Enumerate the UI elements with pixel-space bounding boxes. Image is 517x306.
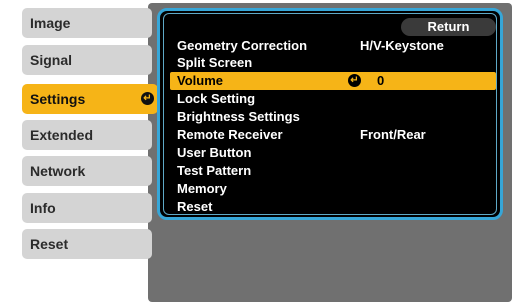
menu-item-brightness-settings[interactable]: Brightness Settings bbox=[170, 108, 496, 126]
menu-item-split-screen[interactable]: Split Screen bbox=[170, 54, 496, 72]
sidebar-item-label: Settings bbox=[30, 91, 86, 107]
sidebar-item-network[interactable]: Network bbox=[22, 156, 152, 186]
menu-item-remote-receiver[interactable]: Remote Receiver Front/Rear bbox=[170, 126, 496, 144]
sidebar-item-label: Extended bbox=[30, 127, 94, 143]
menu-item-geometry-correction[interactable]: Geometry Correction H/V-Keystone bbox=[170, 37, 496, 55]
return-button[interactable]: Return bbox=[401, 18, 496, 36]
sidebar-item-label: Network bbox=[30, 163, 86, 179]
sidebar-item-reset[interactable]: Reset bbox=[22, 229, 152, 259]
menu-item-value: 0 bbox=[377, 73, 385, 88]
menu-item-volume[interactable]: Volume ↵ 0 bbox=[170, 72, 496, 90]
sidebar-item-label: Image bbox=[30, 15, 71, 31]
sidebar-item-info[interactable]: Info bbox=[22, 193, 152, 223]
enter-icon: ↵ bbox=[348, 74, 361, 87]
enter-icon: ↵ bbox=[141, 92, 154, 105]
menu-item-label: Split Screen bbox=[177, 55, 253, 70]
menu-item-label: Reset bbox=[177, 199, 213, 214]
sidebar-item-image[interactable]: Image bbox=[22, 8, 152, 38]
menu-item-label: Remote Receiver bbox=[177, 127, 283, 142]
menu-item-label: Test Pattern bbox=[177, 163, 252, 178]
menu-item-memory[interactable]: Memory bbox=[170, 180, 496, 198]
menu-item-label: Memory bbox=[177, 181, 227, 196]
menu-item-label: Brightness Settings bbox=[177, 109, 300, 124]
menu-item-reset[interactable]: Reset bbox=[170, 198, 496, 216]
sidebar-item-extended[interactable]: Extended bbox=[22, 120, 152, 150]
menu-item-value: H/V-Keystone bbox=[360, 38, 444, 53]
menu-item-test-pattern[interactable]: Test Pattern bbox=[170, 162, 496, 180]
menu-item-label: Geometry Correction bbox=[177, 38, 308, 53]
sidebar-item-label: Reset bbox=[30, 236, 69, 252]
menu-item-user-button[interactable]: User Button bbox=[170, 144, 496, 162]
menu-item-label: Volume bbox=[177, 73, 223, 88]
sidebar-item-label: Info bbox=[30, 200, 56, 216]
sidebar-item-signal[interactable]: Signal bbox=[22, 45, 152, 75]
menu-item-label: User Button bbox=[177, 145, 252, 160]
menu-item-value: Front/Rear bbox=[360, 127, 426, 142]
menu-item-lock-setting[interactable]: Lock Setting bbox=[170, 90, 496, 108]
sidebar-item-label: Signal bbox=[30, 52, 73, 68]
menu-item-label: Lock Setting bbox=[177, 91, 256, 106]
sidebar-item-settings[interactable]: Settings ↵ bbox=[22, 84, 158, 114]
